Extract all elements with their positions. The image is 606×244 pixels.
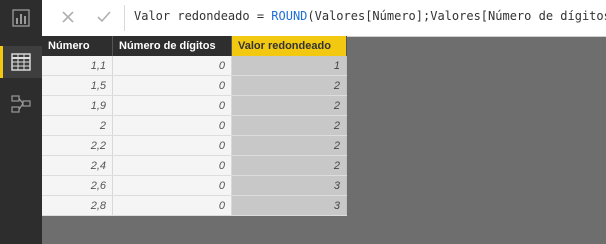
cell-numero[interactable]: 2,6	[42, 175, 113, 196]
data-grid: Número Número de dígitos Valor redondead…	[42, 36, 347, 216]
cell-numero[interactable]: 2	[42, 115, 113, 136]
cancel-formula-button[interactable]	[54, 4, 82, 30]
check-icon	[97, 11, 111, 23]
cell-numero[interactable]: 1,5	[42, 75, 113, 96]
formula-function-name: ROUND	[271, 9, 308, 23]
cell-numero-de-digitos[interactable]: 0	[112, 95, 232, 116]
column-header-numero-de-digitos[interactable]: Número de dígitos	[112, 36, 232, 56]
cell-numero-de-digitos[interactable]: 0	[112, 75, 232, 96]
report-view-button[interactable]	[0, 2, 42, 34]
column-header-valor-redondeado[interactable]: Valor redondeado	[231, 36, 347, 56]
cell-numero-de-digitos[interactable]: 0	[112, 56, 232, 76]
formula-arguments: (Valores[Número];Valores[Número de dígit…	[307, 9, 606, 23]
cell-numero[interactable]: 1,9	[42, 95, 113, 116]
report-view-icon	[12, 9, 30, 27]
table-row: 2,4 0 2	[42, 155, 347, 176]
cell-valor-redondeado[interactable]: 2	[231, 135, 347, 156]
cell-numero-de-digitos[interactable]: 0	[112, 115, 232, 136]
cell-numero[interactable]: 2,4	[42, 155, 113, 176]
table-row: 1,5 0 2	[42, 75, 347, 96]
formula-input[interactable]: Valor redondeado = ROUND(Valores[Número]…	[134, 9, 606, 23]
cell-valor-redondeado[interactable]: 2	[231, 95, 347, 116]
table-row: 2,8 0 3	[42, 195, 347, 216]
header-row: Número Número de dígitos Valor redondead…	[42, 36, 347, 56]
commit-formula-button[interactable]	[90, 4, 118, 30]
cell-numero[interactable]: 2,8	[42, 195, 113, 216]
column-header-numero[interactable]: Número	[42, 36, 113, 56]
cell-numero[interactable]: 2,2	[42, 135, 113, 156]
cell-numero[interactable]: 1,1	[42, 56, 113, 76]
data-view-icon	[11, 53, 31, 71]
relationships-view-button[interactable]	[0, 88, 42, 120]
cell-numero-de-digitos[interactable]: 0	[112, 195, 232, 216]
cell-valor-redondeado[interactable]: 3	[231, 195, 347, 216]
formula-measure-prefix: Valor redondeado =	[134, 9, 272, 23]
close-icon	[62, 11, 74, 23]
cell-numero-de-digitos[interactable]: 0	[112, 175, 232, 196]
relationships-view-icon	[11, 95, 31, 113]
formula-separator	[124, 5, 125, 31]
data-view-button[interactable]	[0, 46, 42, 78]
table-row: 2 0 2	[42, 115, 347, 136]
cell-valor-redondeado[interactable]: 1	[231, 56, 347, 76]
formula-bar: Valor redondeado = ROUND(Valores[Número]…	[42, 0, 606, 37]
view-sidebar	[0, 0, 42, 244]
cell-valor-redondeado[interactable]: 2	[231, 75, 347, 96]
table-row: 1,1 0 1	[42, 56, 347, 76]
cell-valor-redondeado[interactable]: 2	[231, 115, 347, 136]
table-row: 1,9 0 2	[42, 95, 347, 116]
cell-valor-redondeado[interactable]: 2	[231, 155, 347, 176]
cell-numero-de-digitos[interactable]: 0	[112, 135, 232, 156]
table-row: 2,6 0 3	[42, 175, 347, 196]
cell-valor-redondeado[interactable]: 3	[231, 175, 347, 196]
table-row: 2,2 0 2	[42, 135, 347, 156]
cell-numero-de-digitos[interactable]: 0	[112, 155, 232, 176]
